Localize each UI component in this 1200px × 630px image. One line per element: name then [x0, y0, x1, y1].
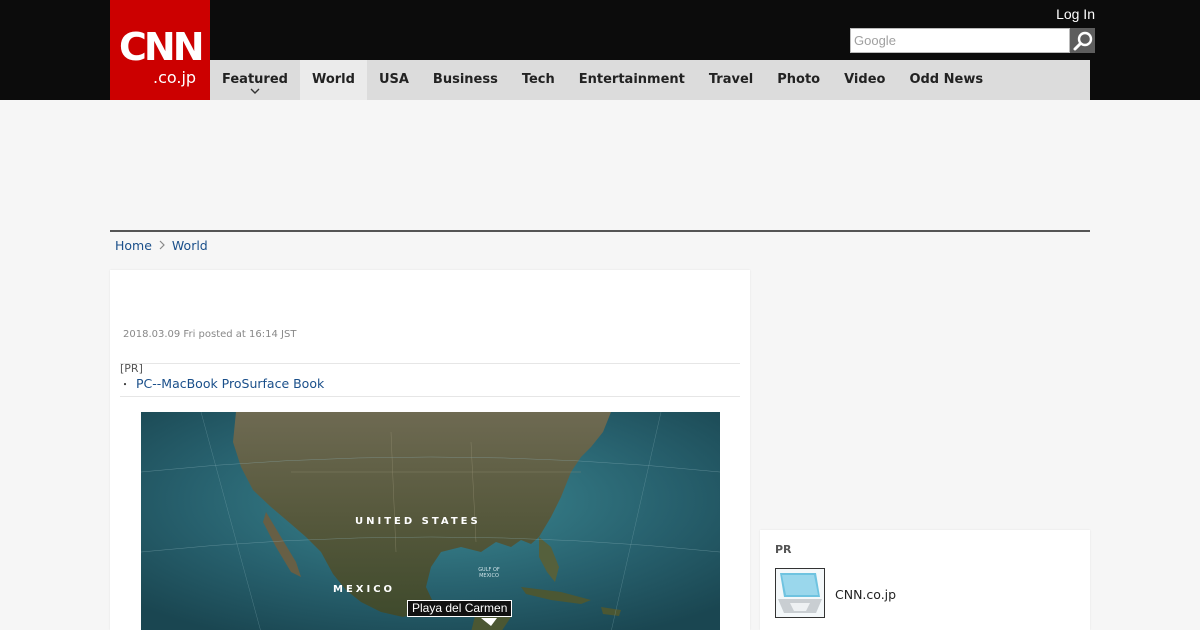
laptop-thumbnail-icon — [776, 569, 824, 617]
nav-item-label: Entertainment — [578, 72, 685, 87]
sidebar-pr: PR CNN.co.jp — [760, 530, 1090, 630]
article-card: 2018.03.09 Fri posted at 16:14 JST [PR] … — [110, 270, 750, 630]
nav-item-usa[interactable]: USA — [367, 60, 421, 100]
logo-sub: .co.jp — [153, 68, 197, 87]
nav-item-business[interactable]: Business — [421, 60, 510, 100]
sidebar-pr-text[interactable]: CNN.co.jp — [835, 587, 896, 602]
chevron-down-icon — [250, 88, 260, 94]
pr-link[interactable]: PC--MacBook ProSurface Book — [136, 376, 324, 391]
nav-item-entertainment[interactable]: Entertainment — [567, 60, 697, 100]
login-link[interactable]: Log In — [1056, 6, 1095, 22]
bullet-icon: ・ — [120, 380, 130, 391]
map-label-gulf: GULF OF MEXICO — [478, 567, 500, 579]
main-nav: Featured World USA Business Tech Enterta… — [210, 60, 1090, 100]
breadcrumb-world[interactable]: World — [172, 238, 208, 253]
pr-label: [PR] — [120, 362, 143, 375]
logo-main: CNN — [119, 25, 204, 69]
nav-item-featured[interactable]: Featured — [210, 60, 300, 100]
search-input[interactable] — [850, 28, 1070, 53]
nav-item-label: World — [311, 72, 355, 87]
nav-item-label: Video — [844, 72, 886, 87]
breadcrumb: Home World — [115, 238, 208, 253]
nav-item-world[interactable]: World — [299, 60, 367, 100]
nav-item-label: Featured — [222, 72, 288, 87]
nav-item-label: Odd News — [909, 72, 984, 87]
map-label-us: UNITED STATES — [355, 516, 481, 527]
nav-item-odd-news[interactable]: Odd News — [897, 60, 995, 100]
chevron-right-icon — [159, 238, 165, 253]
nav-item-travel[interactable]: Travel — [697, 60, 765, 100]
nav-item-label: Travel — [708, 72, 754, 87]
cnn-logo[interactable]: CNN .co.jp — [110, 0, 210, 100]
nav-item-photo[interactable]: Photo — [765, 60, 832, 100]
nav-item-video[interactable]: Video — [832, 60, 897, 100]
nav-item-label: Business — [432, 72, 498, 87]
map-pin-label: Playa del Carmen — [407, 600, 513, 617]
article-date: 2018.03.09 Fri posted at 16:14 JST — [123, 329, 297, 340]
nav-item-label: Tech — [521, 72, 555, 87]
map-label-mexico: MEXICO — [333, 584, 396, 595]
pr-link-row: ・ PC--MacBook ProSurface Book — [120, 376, 324, 391]
search-icon — [1073, 31, 1092, 50]
pr-block: [PR] ・ PC--MacBook ProSurface Book — [120, 362, 740, 397]
ad-divider — [110, 230, 1090, 232]
nav-item-tech[interactable]: Tech — [510, 60, 567, 100]
sidebar-pr-title: PR — [775, 543, 792, 556]
nav-item-label: USA — [378, 72, 409, 87]
search-button[interactable] — [1070, 28, 1095, 53]
nav-item-label: Photo — [777, 72, 821, 87]
article-map-image: UNITED STATES MEXICO GULF OF MEXICO Play… — [141, 412, 720, 630]
breadcrumb-home[interactable]: Home — [115, 238, 152, 253]
sidebar-pr-thumbnail[interactable] — [775, 568, 825, 618]
